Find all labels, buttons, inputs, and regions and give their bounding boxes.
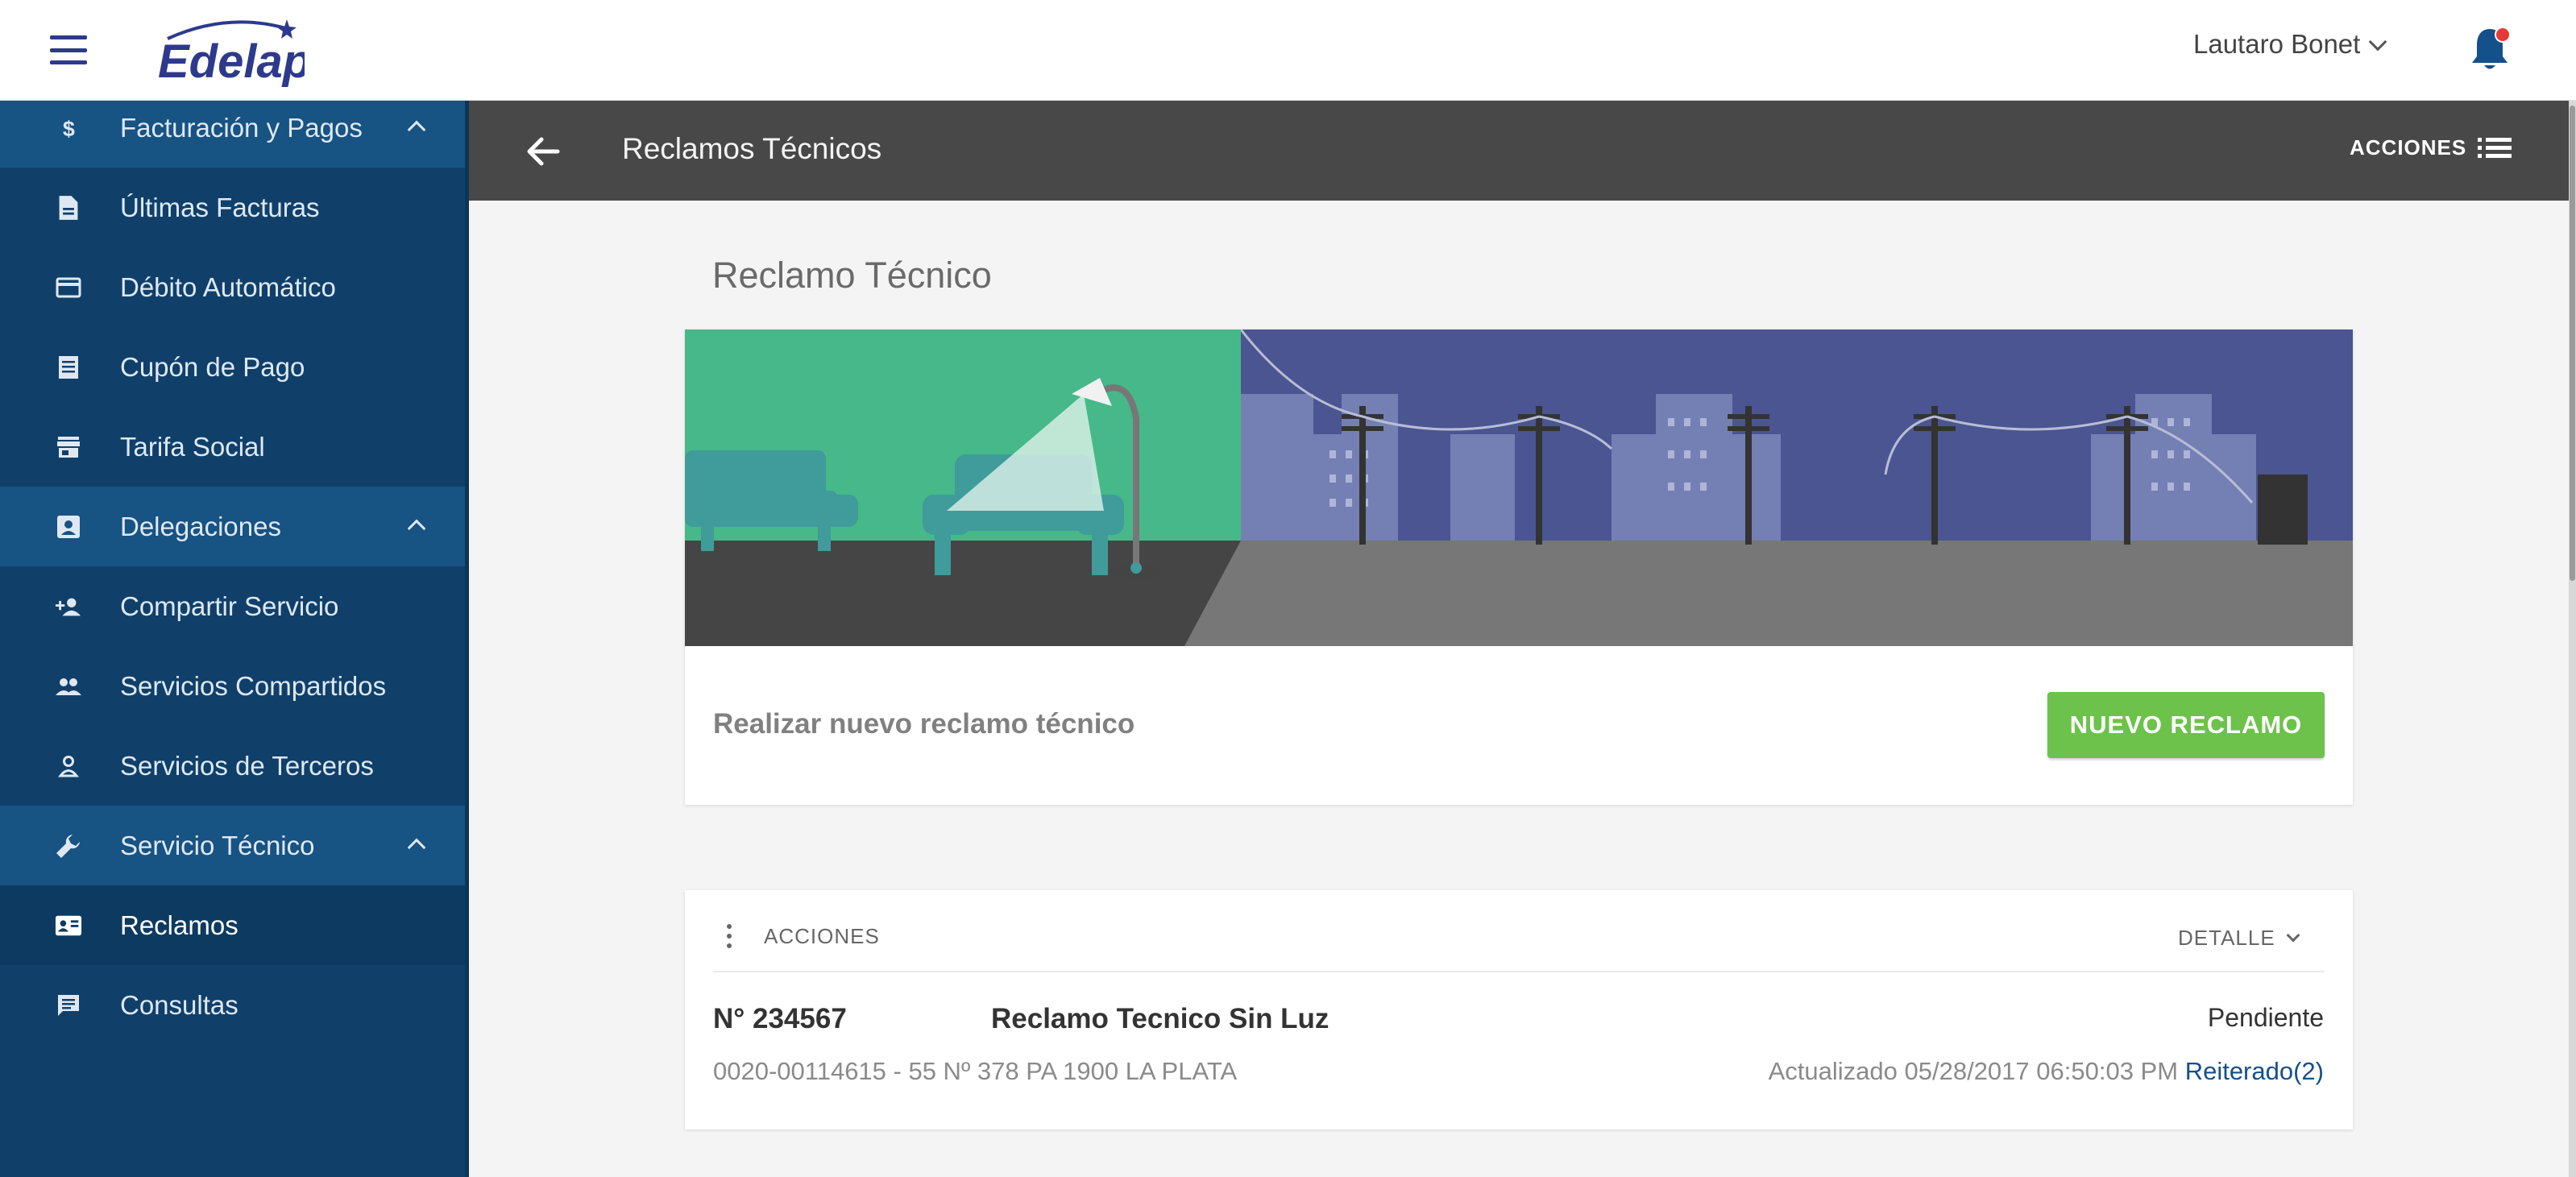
people-icon — [55, 673, 82, 699]
person-icon — [55, 753, 82, 779]
chevron-down-icon — [2286, 928, 2300, 942]
sidebar: $ Facturación y Pagos Últimas Facturas D… — [0, 88, 469, 1177]
wrench-icon — [55, 833, 82, 859]
claim-address: 0020-00114615 - 55 Nº 378 PA 1900 LA PLA… — [713, 1057, 1238, 1085]
sidebar-item-label: Consultas — [120, 990, 239, 1020]
top-app-bar: Edelap Lautaro Bonet — [0, 0, 2576, 101]
sidebar-section-delegaciones[interactable]: Delegaciones — [0, 487, 465, 566]
claim-card: ACCIONES DETALLE N° 234567 Reclamo Tecni… — [685, 890, 2353, 1129]
person-add-icon — [55, 594, 82, 620]
chevron-up-icon — [407, 519, 426, 538]
detail-label: DETALLE — [2178, 926, 2275, 950]
receipt-icon — [55, 354, 82, 380]
main-scrollbar[interactable] — [2569, 101, 2576, 1177]
sidebar-item-servicios-de-terceros[interactable]: Servicios de Terceros — [0, 726, 465, 806]
section-title: Reclamo Técnico — [712, 255, 992, 296]
sidebar-item-label: Servicios de Terceros — [120, 751, 374, 781]
document-icon — [55, 195, 82, 221]
sidebar-item-label: Últimas Facturas — [120, 193, 320, 222]
sidebar-item-label: Delegaciones — [120, 512, 281, 541]
sidebar-scrollbar[interactable] — [465, 101, 469, 1177]
sidebar-item-tarifa-social[interactable]: Tarifa Social — [0, 407, 465, 487]
list-icon — [2478, 137, 2512, 158]
new-claim-card: Realizar nuevo reclamo técnico NUEVO REC… — [685, 329, 2353, 805]
claim-updated: Actualizado 05/28/2017 06:50:03 PM Reite… — [1769, 1057, 2324, 1086]
detail-toggle[interactable]: DETALLE — [2178, 926, 2300, 951]
sidebar-section-servicio-tecnico[interactable]: Servicio Técnico — [0, 806, 465, 885]
edelap-logo[interactable]: Edelap — [151, 15, 305, 87]
scrollbar-thumb[interactable] — [2570, 106, 2575, 581]
sidebar-item-reclamos[interactable]: Reclamos — [0, 885, 465, 965]
sidebar-item-label: Débito Automático — [120, 272, 336, 302]
more-vert-icon[interactable] — [725, 924, 733, 948]
claim-status: Pendiente — [2207, 1003, 2324, 1032]
chevron-up-icon — [407, 120, 426, 139]
sidebar-item-label: Tarifa Social — [120, 432, 265, 462]
dollar-icon: $ — [55, 115, 82, 141]
sidebar-item-cupon-de-pago[interactable]: Cupón de Pago — [0, 327, 465, 407]
divider — [713, 971, 2325, 972]
logo-text: Edelap — [158, 35, 305, 87]
contact-card-icon — [55, 514, 82, 540]
header-actions-label: ACCIONES — [2350, 135, 2467, 160]
chevron-up-icon — [407, 838, 426, 857]
claim-banner-illustration — [685, 329, 2353, 646]
claim-number: N° 234567 — [713, 1003, 847, 1034]
sidebar-item-debito-automatico[interactable]: Débito Automático — [0, 247, 465, 327]
user-name: Lautaro Bonet — [2193, 29, 2361, 59]
sidebar-item-label: Servicios Compartidos — [120, 671, 387, 701]
sidebar-item-consultas[interactable]: Consultas — [0, 965, 465, 1045]
sidebar-item-label: Reclamos — [120, 910, 239, 940]
notification-bell-icon[interactable] — [2468, 24, 2512, 73]
notification-dot — [2496, 28, 2509, 41]
new-claim-text: Realizar nuevo reclamo técnico — [713, 708, 1135, 740]
page-title: Reclamos Técnicos — [622, 132, 882, 165]
reiterado-link[interactable]: Reiterado(2) — [2185, 1057, 2324, 1085]
header-actions-button[interactable]: ACCIONES — [2350, 135, 2513, 160]
credit-card-icon — [55, 275, 82, 300]
new-claim-button[interactable]: NUEVO RECLAMO — [2047, 692, 2325, 758]
claim-type: Reclamo Tecnico Sin Luz — [991, 1003, 1329, 1034]
chevron-down-icon — [2369, 32, 2387, 52]
claim-actions-label[interactable]: ACCIONES — [764, 924, 880, 949]
contact-mail-icon — [55, 913, 82, 939]
back-arrow-icon[interactable] — [525, 135, 561, 168]
sidebar-item-label: Compartir Servicio — [120, 591, 339, 621]
user-menu[interactable]: Lautaro Bonet — [2193, 29, 2387, 60]
chat-icon — [55, 993, 82, 1018]
store-icon — [55, 434, 82, 460]
sidebar-item-label: Cupón de Pago — [120, 352, 305, 382]
menu-icon[interactable] — [50, 35, 87, 64]
sidebar-item-servicios-compartidos[interactable]: Servicios Compartidos — [0, 646, 465, 726]
sidebar-item-label: Servicio Técnico — [120, 831, 315, 860]
sidebar-item-ultimas-facturas[interactable]: Últimas Facturas — [0, 168, 465, 247]
svg-text:$: $ — [63, 117, 75, 141]
sidebar-item-compartir-servicio[interactable]: Compartir Servicio — [0, 566, 465, 646]
claim-updated-text: Actualizado 05/28/2017 06:50:03 PM — [1768, 1057, 2179, 1085]
